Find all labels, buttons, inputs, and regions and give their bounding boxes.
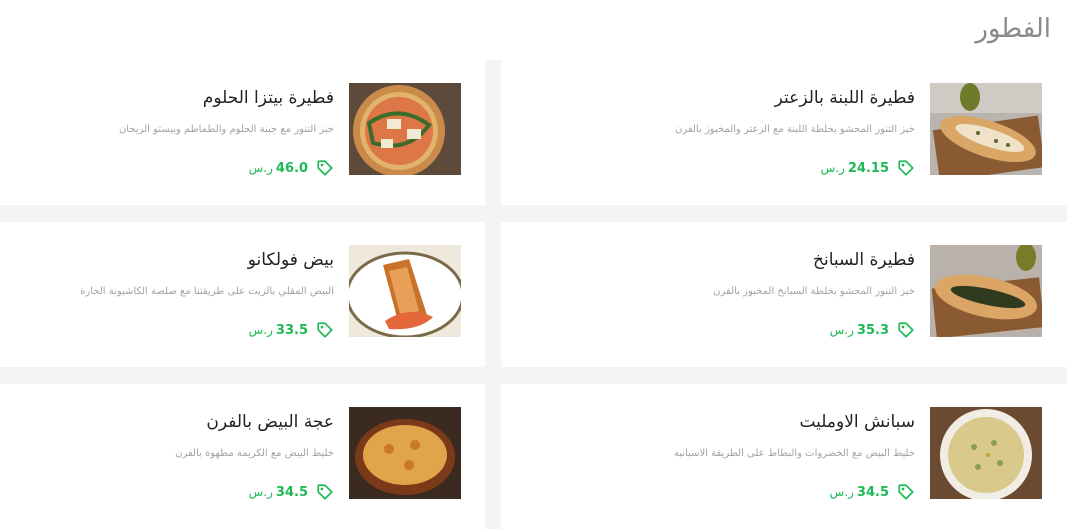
item-price: 34.5ر.س [248,484,308,500]
labneh-pie-photo [930,83,1042,175]
section-header: الفطور [0,0,1067,60]
item-description: خليط البيض مع الكريمة مطهوة بالفرن [175,448,334,459]
price-tag-icon [898,322,914,338]
item-price: 35.3ر.س [829,322,889,338]
price-row: 46.0ر.س [249,157,334,179]
menu-item-card[interactable]: سبانش الاومليت خليط البيض مع الخضروات وا… [501,384,1067,529]
item-price: 24.15ر.س [820,160,889,176]
item-name: سبانش الاومليت [799,412,915,432]
price-tag-icon [898,160,914,176]
item-price: 46.0ر.س [248,160,308,176]
price-row: 33.5ر.س [249,319,334,341]
item-description: خبز التنور المحشو بخلطة السبانخ المخبوز … [713,286,915,297]
menu-item-card[interactable]: بيض فولكانو البيض المقلي بالزيت على طريق… [0,222,485,367]
price-tag-icon [317,322,333,338]
item-name: فطيرة اللبنة بالزعتر [774,88,915,108]
menu-item-card[interactable]: فطيرة بيتزا الحلوم خبز التنور مع جبنة ال… [0,60,485,205]
price-row: 34.5ر.س [249,481,334,503]
item-name: بيض فولكانو [247,250,334,270]
item-description: البيض المقلي بالزيت على طريقتنا مع صلصة … [80,286,334,297]
halloumi-pizza-photo [349,83,461,175]
baked-egg-omelette-photo [349,407,461,499]
item-description: خبز التنور مع جبنة الحلوم والطماطم وبيست… [118,124,334,135]
price-tag-icon [317,484,333,500]
menu-item-card[interactable]: فطيرة السبانخ خبز التنور المحشو بخلطة ال… [501,222,1067,367]
item-name: عجة البيض بالفرن [206,412,334,432]
item-description: خليط البيض مع الخضروات والبطاط على الطري… [673,448,915,459]
price-row: 34.5ر.س [830,481,915,503]
menu-item-card[interactable]: عجة البيض بالفرن خليط البيض مع الكريمة م… [0,384,485,529]
spanish-omelette-photo [930,407,1042,499]
spinach-pie-photo [930,245,1042,337]
item-price: 34.5ر.س [829,484,889,500]
item-name: فطيرة بيتزا الحلوم [202,88,334,108]
price-tag-icon [317,160,333,176]
price-row: 24.15ر.س [821,157,915,179]
item-price: 33.5ر.س [248,322,308,338]
item-description: خبز التنور المحشو بخلطة اللبنة مع الزعتر… [674,124,915,135]
item-name: فطيرة السبانخ [813,250,915,270]
section-title: الفطور [975,14,1051,44]
volcano-eggs-photo [349,245,461,337]
price-row: 35.3ر.س [830,319,915,341]
price-tag-icon [898,484,914,500]
menu-item-card[interactable]: فطيرة اللبنة بالزعتر خبز التنور المحشو ب… [501,60,1067,205]
